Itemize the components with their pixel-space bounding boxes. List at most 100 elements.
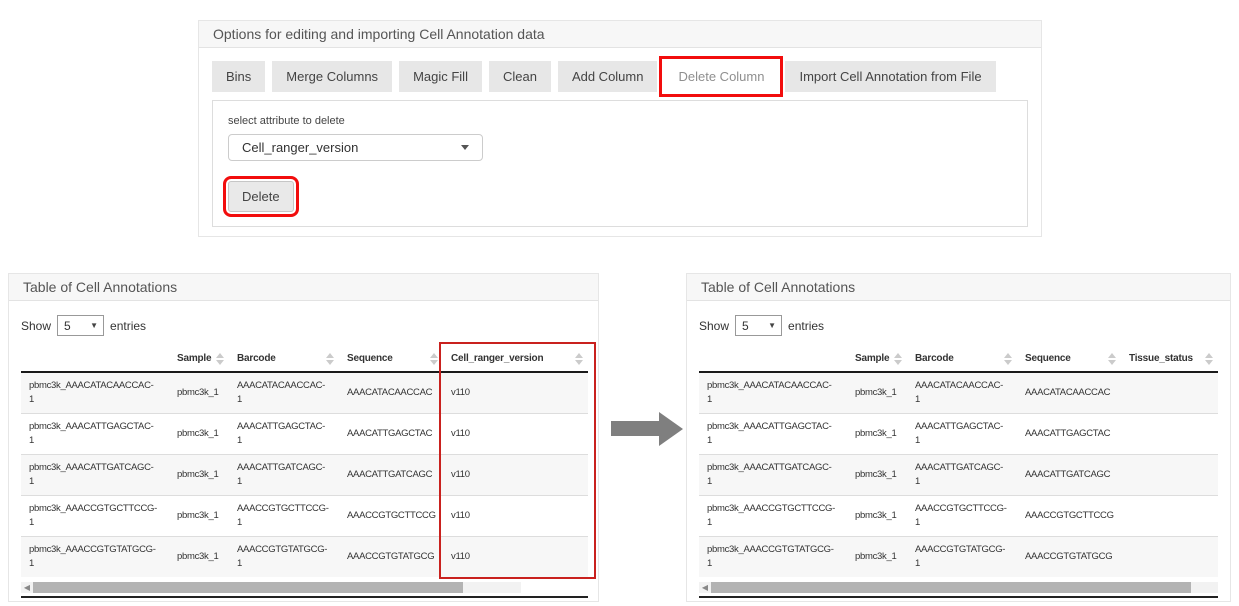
delete-column-tab-content: select attribute to delete Cell_ranger_v… bbox=[212, 100, 1028, 227]
table-cell: AAACATTGATCAGC-1 bbox=[229, 454, 339, 495]
table-cell: AAACCGTGCTTCCG bbox=[1017, 495, 1121, 536]
scroll-left-arrow-icon[interactable]: ◀ bbox=[699, 582, 711, 593]
table-cell: AAACCGTGTATGCG-1 bbox=[907, 536, 1017, 577]
entries-per-page-value: 5 bbox=[742, 319, 749, 333]
tab-magic-fill[interactable]: Magic Fill bbox=[399, 61, 482, 92]
sort-icon bbox=[430, 353, 438, 365]
left-table-title: Table of Cell Annotations bbox=[9, 274, 598, 301]
sort-icon bbox=[894, 353, 902, 365]
table-cell: v110 bbox=[443, 413, 588, 454]
column-header-label: Barcode bbox=[237, 353, 276, 364]
table-cell: AAACATACAACCAC-1 bbox=[907, 372, 1017, 413]
column-header-sample[interactable]: Sample bbox=[847, 346, 907, 372]
sort-icon bbox=[326, 353, 334, 365]
table-cell: pbmc3k_1 bbox=[169, 413, 229, 454]
scrollbar-thumb[interactable] bbox=[33, 582, 463, 593]
table-cell: v110 bbox=[443, 454, 588, 495]
show-entries-control: Show 5 ▼ entries bbox=[21, 315, 586, 336]
entries-per-page-value: 5 bbox=[64, 319, 71, 333]
options-panel-title: Options for editing and importing Cell A… bbox=[199, 21, 1041, 48]
tab-merge-columns[interactable]: Merge Columns bbox=[272, 61, 392, 92]
table-cell: AAACCGTGTATGCG bbox=[339, 536, 443, 577]
table-header-row: SampleBarcodeSequenceTissue_status bbox=[699, 346, 1218, 372]
table-cell: AAACATTGATCAGC bbox=[339, 454, 443, 495]
sort-icon bbox=[1108, 353, 1116, 365]
table-cell: AAACATACAACCAC bbox=[1017, 372, 1121, 413]
column-header-sequence[interactable]: Sequence bbox=[1017, 346, 1121, 372]
horizontal-scrollbar[interactable]: ◀ bbox=[699, 582, 1218, 593]
table-cell: pbmc3k_1 bbox=[847, 454, 907, 495]
tab-bar: BinsMerge ColumnsMagic FillCleanAdd Colu… bbox=[212, 61, 1028, 92]
show-label: Show bbox=[699, 319, 729, 333]
table-cell: AAACCGTGCTTCCG bbox=[339, 495, 443, 536]
table-cell: pbmc3k_1 bbox=[169, 454, 229, 495]
table-cell: AAACATTGAGCTAC bbox=[339, 413, 443, 454]
table-cell: AAACCGTGTATGCG-1 bbox=[229, 536, 339, 577]
table-row[interactable]: pbmc3k_AAACATACAACCAC-1pbmc3k_1AAACATACA… bbox=[21, 372, 588, 413]
column-header-sample[interactable]: Sample bbox=[169, 346, 229, 372]
table-cell bbox=[1121, 372, 1218, 413]
sort-icon bbox=[575, 353, 583, 365]
table-cell: pbmc3k_AAACATACAACCAC-1 bbox=[21, 372, 169, 413]
table-cell: pbmc3k_AAACCGTGTATGCG-1 bbox=[21, 536, 169, 577]
column-header-cell-ranger-version[interactable]: Cell_ranger_version bbox=[443, 346, 588, 372]
column-header-rownames bbox=[699, 346, 847, 372]
scrollbar-thumb[interactable] bbox=[711, 582, 1191, 593]
table-cell: AAACATTGATCAGC bbox=[1017, 454, 1121, 495]
column-header-sequence[interactable]: Sequence bbox=[339, 346, 443, 372]
table-cell: AAACATTGAGCTAC-1 bbox=[229, 413, 339, 454]
entries-per-page-select[interactable]: 5 ▼ bbox=[735, 315, 782, 336]
table-cell: pbmc3k_AAACCGTGCTTCCG-1 bbox=[699, 495, 847, 536]
table-row[interactable]: pbmc3k_AAACCGTGCTTCCG-1pbmc3k_1AAACCGTGC… bbox=[21, 495, 588, 536]
table-cell: pbmc3k_AAACATACAACCAC-1 bbox=[699, 372, 847, 413]
tab-add-column[interactable]: Add Column bbox=[558, 61, 658, 92]
tab-delete-column[interactable]: Delete Column bbox=[664, 61, 778, 92]
table-row[interactable]: pbmc3k_AAACCGTGCTTCCG-1pbmc3k_1AAACCGTGC… bbox=[699, 495, 1218, 536]
table-cell: pbmc3k_1 bbox=[169, 495, 229, 536]
table-cell: AAACCGTGCTTCCG-1 bbox=[907, 495, 1017, 536]
column-header-barcode[interactable]: Barcode bbox=[907, 346, 1017, 372]
column-header-tissue-status[interactable]: Tissue_status bbox=[1121, 346, 1218, 372]
table-cell: AAACATTGAGCTAC-1 bbox=[907, 413, 1017, 454]
select-attribute-label: select attribute to delete bbox=[228, 115, 1012, 127]
table-cell bbox=[1121, 495, 1218, 536]
entries-per-page-select[interactable]: 5 ▼ bbox=[57, 315, 104, 336]
tab-bins[interactable]: Bins bbox=[212, 61, 265, 92]
table-row[interactable]: pbmc3k_AAACATTGAGCTAC-1pbmc3k_1AAACATTGA… bbox=[21, 413, 588, 454]
scroll-left-arrow-icon[interactable]: ◀ bbox=[21, 582, 33, 593]
cell-annotations-table-after: SampleBarcodeSequenceTissue_statuspbmc3k… bbox=[699, 346, 1218, 577]
table-cell: pbmc3k_AAACATTGATCAGC-1 bbox=[21, 454, 169, 495]
table-cell: pbmc3k_1 bbox=[169, 536, 229, 577]
table-row[interactable]: pbmc3k_AAACATTGAGCTAC-1pbmc3k_1AAACATTGA… bbox=[699, 413, 1218, 454]
table-cell: pbmc3k_1 bbox=[847, 536, 907, 577]
table-cell: pbmc3k_1 bbox=[847, 372, 907, 413]
horizontal-scrollbar[interactable]: ◀ bbox=[21, 582, 521, 593]
table-cell: pbmc3k_AAACATTGAGCTAC-1 bbox=[699, 413, 847, 454]
table-bottom-border bbox=[21, 596, 588, 598]
table-row[interactable]: pbmc3k_AAACATTGATCAGC-1pbmc3k_1AAACATTGA… bbox=[699, 454, 1218, 495]
table-bottom-border bbox=[699, 596, 1218, 598]
table-cell: AAACCGTGCTTCCG-1 bbox=[229, 495, 339, 536]
chevron-down-icon: ▼ bbox=[90, 322, 98, 330]
table-cell: AAACATTGAGCTAC bbox=[1017, 413, 1121, 454]
table-row[interactable]: pbmc3k_AAACCGTGTATGCG-1pbmc3k_1AAACCGTGT… bbox=[699, 536, 1218, 577]
column-header-barcode[interactable]: Barcode bbox=[229, 346, 339, 372]
attribute-select-dropdown[interactable]: Cell_ranger_version bbox=[228, 134, 483, 161]
sort-icon bbox=[1004, 353, 1012, 365]
column-header-label: Cell_ranger_version bbox=[451, 353, 543, 364]
table-cell: pbmc3k_1 bbox=[847, 495, 907, 536]
column-header-label: Sequence bbox=[347, 353, 393, 364]
chevron-down-icon bbox=[461, 145, 469, 150]
column-header-label: Sample bbox=[177, 353, 211, 364]
delete-button[interactable]: Delete bbox=[228, 181, 294, 212]
table-row[interactable]: pbmc3k_AAACATTGATCAGC-1pbmc3k_1AAACATTGA… bbox=[21, 454, 588, 495]
table-header-row: Sample Barcode Sequence Cell_ranger_version bbox=[21, 346, 588, 372]
table-row[interactable]: pbmc3k_AAACCGTGTATGCG-1pbmc3k_1AAACCGTGT… bbox=[21, 536, 588, 577]
page: Options for editing and importing Cell A… bbox=[0, 0, 1239, 606]
tab-import-cell-annotation-from-file[interactable]: Import Cell Annotation from File bbox=[785, 61, 995, 92]
table-row[interactable]: pbmc3k_AAACATACAACCAC-1pbmc3k_1AAACATACA… bbox=[699, 372, 1218, 413]
table-cell bbox=[1121, 536, 1218, 577]
tab-clean[interactable]: Clean bbox=[489, 61, 551, 92]
table-cell: v110 bbox=[443, 372, 588, 413]
table-cell bbox=[1121, 413, 1218, 454]
